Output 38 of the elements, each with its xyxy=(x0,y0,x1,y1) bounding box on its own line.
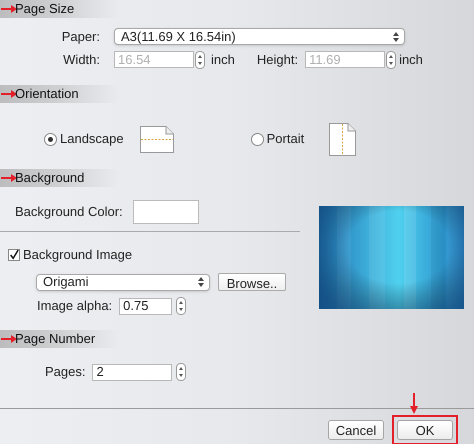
radio-button[interactable] xyxy=(250,132,264,146)
input-field[interactable]: 0.75 xyxy=(119,298,172,314)
radio-button[interactable] xyxy=(44,132,57,146)
dialog-button[interactable]: OK xyxy=(397,420,453,440)
field-label: Width: xyxy=(62,50,101,69)
field-label: Height: xyxy=(256,50,298,69)
checkbox[interactable] xyxy=(8,249,20,261)
unit-label: inch xyxy=(211,50,235,69)
checkbox-label: Background Image xyxy=(23,246,132,264)
dropdown[interactable]: Origami xyxy=(36,274,210,290)
field-label: Image alpha: xyxy=(37,297,112,316)
arrow-icon xyxy=(1,90,17,98)
field-label: Background Color: xyxy=(15,203,123,222)
arrow-icon xyxy=(1,174,17,182)
arrow-icon xyxy=(1,5,17,13)
field-label: Pages: xyxy=(45,363,86,382)
radio-label: Portait xyxy=(266,130,304,148)
input-field[interactable]: 2 xyxy=(92,364,172,380)
stepper-button[interactable] xyxy=(176,297,186,315)
landscape-page-icon xyxy=(140,126,174,152)
stepper-button[interactable] xyxy=(195,50,205,68)
color-swatch[interactable] xyxy=(132,200,199,224)
radio-label: Landscape xyxy=(60,130,124,148)
section-title: Orientation xyxy=(15,85,79,104)
portrait-page-icon xyxy=(329,122,356,156)
arrow-icon xyxy=(1,335,17,343)
section-title: Background xyxy=(15,169,84,188)
field-label: Paper: xyxy=(60,28,101,46)
stepper-button[interactable] xyxy=(386,50,396,68)
unit-label: inch xyxy=(399,50,423,69)
dropdown[interactable]: A3(11.69 X 16.54in) xyxy=(114,28,405,45)
section-title: Page Number xyxy=(15,330,96,348)
stepper-button[interactable] xyxy=(176,363,186,381)
updown-arrows-icon xyxy=(393,32,399,42)
section-title: Page Size xyxy=(15,0,74,18)
updown-arrows-icon xyxy=(198,277,204,287)
dialog-button[interactable]: Cancel xyxy=(328,420,384,440)
browse-button[interactable]: Browse.. xyxy=(218,273,286,291)
